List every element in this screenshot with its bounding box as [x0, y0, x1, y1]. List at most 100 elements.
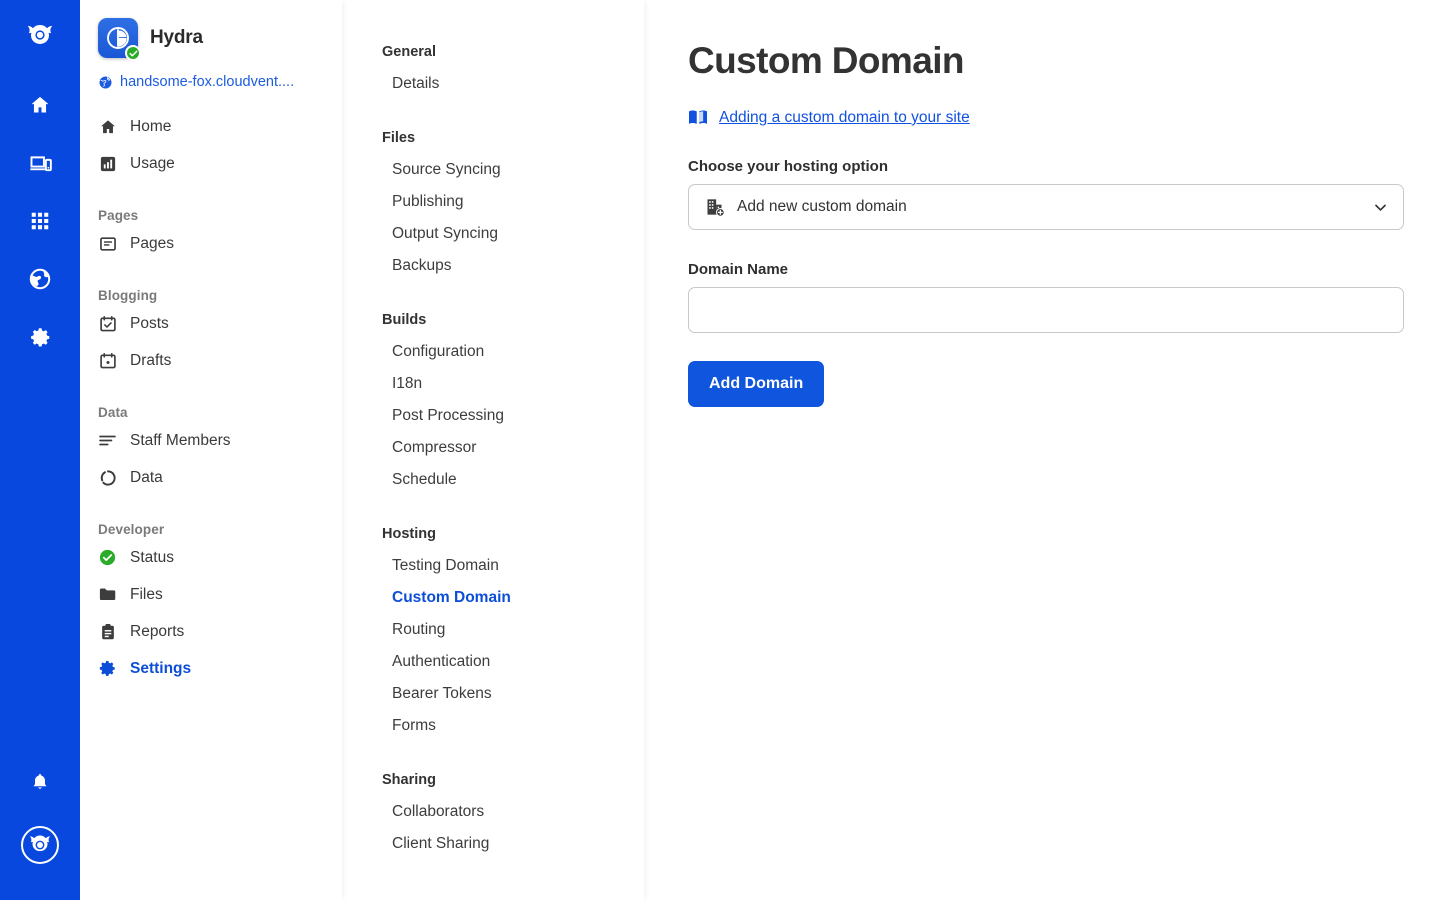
- settings-group-hosting: Hosting Testing Domain Custom Domain Rou…: [342, 526, 644, 742]
- settings-group-label: Builds: [382, 312, 427, 328]
- bell-icon: [33, 774, 47, 789]
- sidebar-group-label-developer: Developer: [98, 522, 165, 537]
- circle-dashed-icon: [98, 468, 117, 487]
- main-content: Custom Domain Adding a custom domain to …: [644, 0, 1440, 900]
- rail-item-globe[interactable]: [16, 255, 64, 303]
- check-icon: [128, 50, 138, 56]
- hosting-option-value: Add new custom domain: [737, 198, 907, 215]
- sidebar-item-label: Reports: [130, 622, 185, 640]
- sidebar-item-reports[interactable]: Reports: [80, 613, 342, 650]
- settings-item-post-processing[interactable]: Post Processing: [342, 400, 644, 432]
- devices-icon: [29, 155, 52, 171]
- settings-item-publishing[interactable]: Publishing: [342, 186, 644, 218]
- book-icon: [688, 109, 708, 127]
- sidebar-item-label: Data: [130, 468, 163, 486]
- settings-item-forms[interactable]: Forms: [342, 710, 644, 742]
- settings-item-i18n[interactable]: I18n: [342, 368, 644, 400]
- sidebar-item-status[interactable]: Status: [80, 539, 342, 576]
- settings-group-files: Files Source Syncing Publishing Output S…: [342, 130, 644, 282]
- usage-chart-icon: [98, 154, 117, 173]
- account-avatar-icon: [21, 826, 59, 864]
- settings-group-label: Hosting: [382, 526, 436, 542]
- sidebar-item-files[interactable]: Files: [80, 576, 342, 613]
- settings-item-bearer-tokens[interactable]: Bearer Tokens: [342, 678, 644, 710]
- documentation-link-row: Adding a custom domain to your site: [688, 109, 1440, 127]
- settings-item-compressor[interactable]: Compressor: [342, 432, 644, 464]
- settings-item-output-syncing[interactable]: Output Syncing: [342, 218, 644, 250]
- settings-group-general: General Details: [342, 44, 644, 100]
- settings-item-authentication[interactable]: Authentication: [342, 646, 644, 678]
- site-url-text: handsome-fox.cloudvent....: [120, 74, 295, 90]
- settings-group-builds: Builds Configuration I18n Post Processin…: [342, 312, 644, 496]
- sidebar-item-label: Posts: [130, 314, 169, 332]
- settings-group-sharing: Sharing Collaborators Client Sharing: [342, 772, 644, 860]
- settings-item-source-syncing[interactable]: Source Syncing: [342, 154, 644, 186]
- app-root: Hydra handsome-fox.cloudvent.... Home Us…: [0, 0, 1440, 900]
- clipboard-icon: [98, 622, 117, 641]
- rail-item-apps[interactable]: [16, 197, 64, 245]
- settings-item-custom-domain[interactable]: Custom Domain: [342, 582, 644, 614]
- sidebar-group-label-data: Data: [98, 405, 128, 420]
- gear-icon: [98, 659, 117, 678]
- rail-item-account[interactable]: [16, 821, 64, 869]
- domain-name-label: Domain Name: [688, 261, 789, 278]
- page-icon: [98, 234, 117, 253]
- sidebar-item-usage[interactable]: Usage: [80, 145, 342, 182]
- settings-group-label: Files: [382, 130, 416, 146]
- building-add-icon: [705, 197, 725, 217]
- apps-grid-icon: [31, 212, 49, 230]
- home-icon: [31, 96, 49, 113]
- sidebar-item-label: Files: [130, 585, 163, 603]
- site-sidebar: Hydra handsome-fox.cloudvent.... Home Us…: [80, 0, 342, 900]
- settings-group-label: Sharing: [382, 772, 436, 788]
- hosting-option-select[interactable]: Add new custom domain: [688, 184, 1404, 230]
- sidebar-item-label: Pages: [130, 234, 174, 252]
- settings-item-client-sharing[interactable]: Client Sharing: [342, 828, 644, 860]
- sidebar-item-data[interactable]: Data: [80, 459, 342, 496]
- status-check-icon: [98, 548, 117, 567]
- sidebar-item-label: Drafts: [130, 351, 172, 369]
- settings-item-configuration[interactable]: Configuration: [342, 336, 644, 368]
- cloudvent-logo-icon[interactable]: [21, 16, 59, 54]
- sidebar-item-settings[interactable]: Settings: [80, 650, 342, 687]
- sidebar-item-posts[interactable]: Posts: [80, 305, 342, 342]
- rail-bottom-group: [16, 753, 64, 900]
- settings-item-testing-domain[interactable]: Testing Domain: [342, 550, 644, 582]
- sidebar-item-label: Staff Members: [130, 431, 231, 449]
- sidebar-item-pages[interactable]: Pages: [80, 225, 342, 262]
- settings-item-routing[interactable]: Routing: [342, 614, 644, 646]
- gear-icon: [30, 327, 49, 347]
- page-title: Custom Domain: [688, 40, 964, 81]
- sidebar-item-label: Usage: [130, 154, 175, 172]
- settings-group-label: General: [382, 44, 436, 60]
- hosting-option-label: Choose your hosting option: [688, 158, 888, 175]
- rail-item-settings[interactable]: [16, 313, 64, 361]
- settings-item-collaborators[interactable]: Collaborators: [342, 796, 644, 828]
- settings-item-schedule[interactable]: Schedule: [342, 464, 644, 496]
- settings-nav: General Details Files Source Syncing Pub…: [342, 0, 644, 900]
- chevron-down-icon: [1372, 199, 1389, 216]
- sidebar-item-home[interactable]: Home: [80, 108, 342, 145]
- rail-item-notifications[interactable]: [16, 758, 64, 806]
- settings-item-details[interactable]: Details: [342, 68, 644, 100]
- sidebar-item-label: Status: [130, 548, 174, 566]
- site-avatar[interactable]: [98, 18, 141, 61]
- site-header: Hydra: [80, 0, 342, 61]
- folder-icon: [98, 585, 117, 604]
- sidebar-item-drafts[interactable]: Drafts: [80, 342, 342, 379]
- site-url-link[interactable]: handsome-fox.cloudvent....: [80, 58, 342, 90]
- sidebar-group-label-pages: Pages: [98, 208, 139, 223]
- sidebar-item-label: Settings: [130, 659, 192, 677]
- rail-item-devices[interactable]: [16, 139, 64, 187]
- domain-name-input[interactable]: [688, 287, 1404, 333]
- settings-item-backups[interactable]: Backups: [342, 250, 644, 282]
- rail-item-home[interactable]: [16, 81, 64, 129]
- documentation-link[interactable]: Adding a custom domain to your site: [719, 109, 970, 127]
- nav-group-root: Home Usage: [80, 108, 342, 182]
- sidebar-item-staff-members[interactable]: Staff Members: [80, 422, 342, 459]
- icon-rail: [0, 0, 80, 900]
- sidebar-item-label: Home: [130, 117, 172, 135]
- globe-icon: [99, 76, 112, 88]
- list-lines-icon: [98, 431, 117, 450]
- add-domain-button[interactable]: Add Domain: [688, 361, 825, 407]
